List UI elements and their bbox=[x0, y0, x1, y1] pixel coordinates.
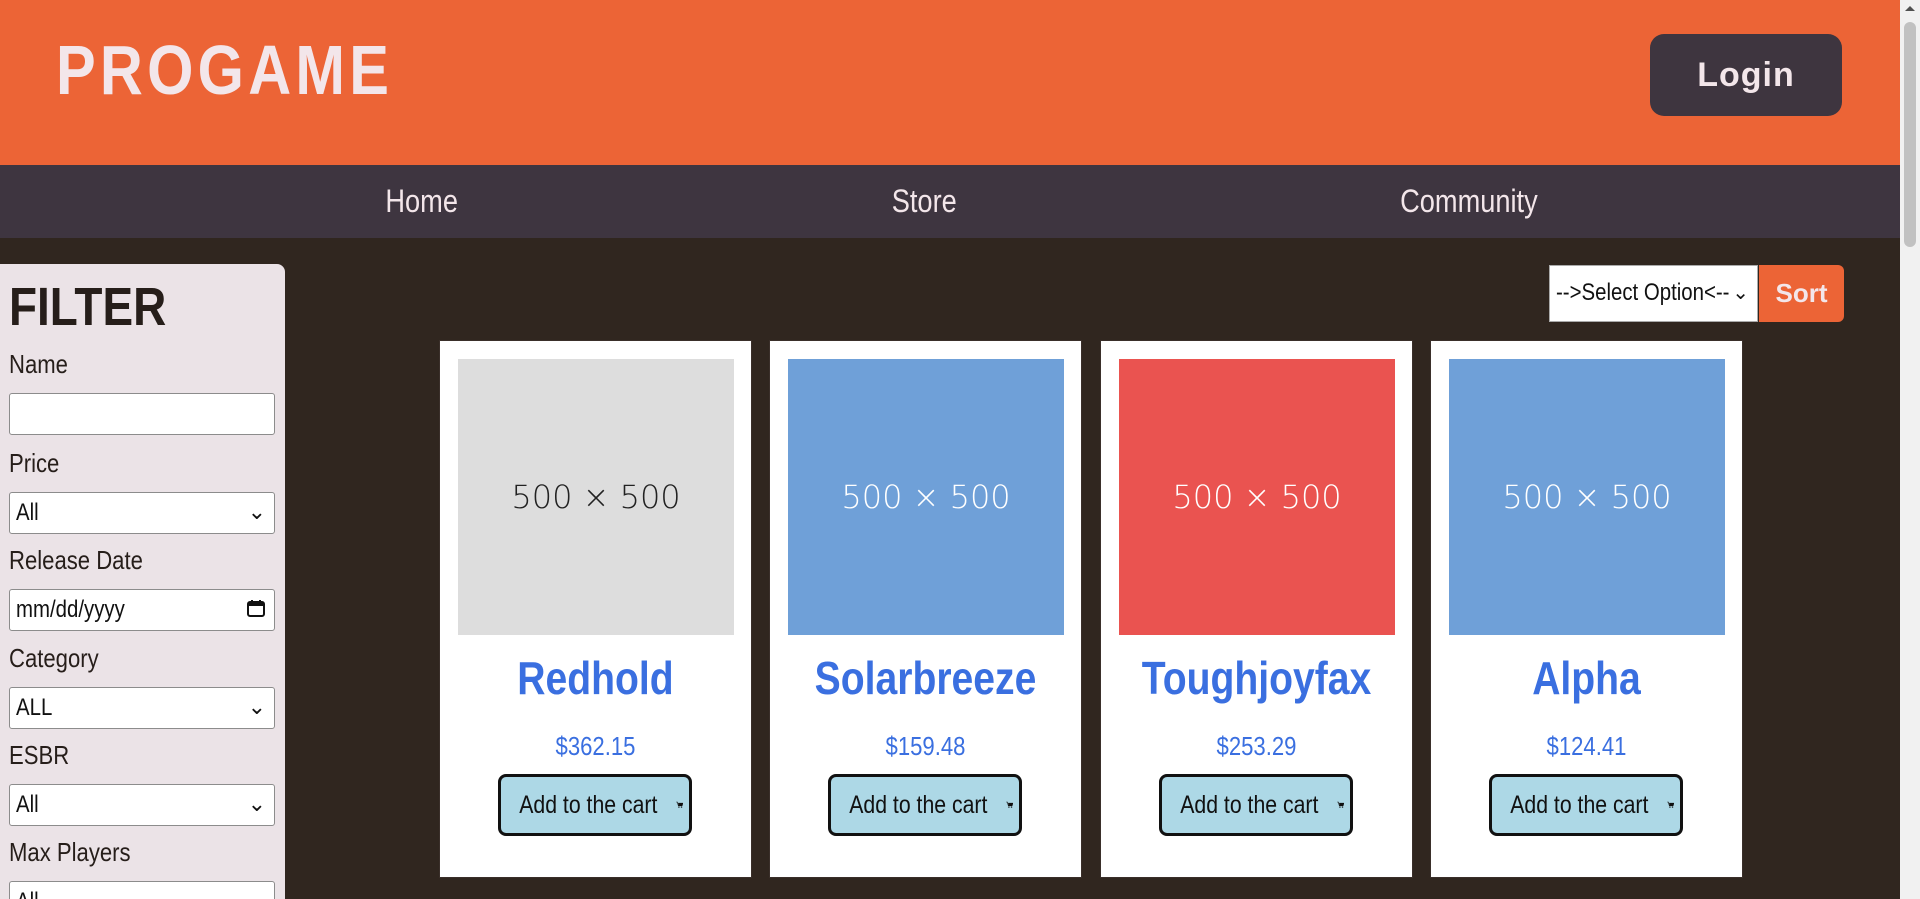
chevron-down-icon: ⌄ bbox=[248, 888, 266, 899]
esbr-select[interactable]: All ⌄ bbox=[9, 784, 275, 826]
chevron-down-icon: ⌄ bbox=[247, 499, 266, 524]
add-to-cart-button[interactable]: Add to the cart bbox=[498, 774, 692, 836]
product-price: $253.29 bbox=[1216, 731, 1297, 761]
chevron-down-icon: ⌄ bbox=[247, 694, 266, 719]
cart-icon bbox=[1336, 801, 1344, 808]
max-players-select-value: All bbox=[16, 888, 39, 899]
product-title[interactable]: Redhold bbox=[463, 651, 727, 705]
product-title[interactable]: Alpha bbox=[1454, 651, 1718, 705]
filter-sidebar: FILTER Name Price All ⌄ Release Date mm/… bbox=[0, 264, 285, 899]
max-players-select[interactable]: All ⌄ bbox=[9, 881, 275, 899]
product-card: 500 × 500 Alpha $124.41 Add to the cart bbox=[1430, 340, 1743, 878]
scrollbar-thumb[interactable] bbox=[1904, 22, 1916, 247]
product-card: 500 × 500 Redhold $362.15 Add to the car… bbox=[439, 340, 752, 878]
release-date-input[interactable]: mm/dd/yyyy bbox=[9, 589, 275, 631]
price-select[interactable]: All ⌄ bbox=[9, 492, 275, 534]
price-label: Price bbox=[9, 448, 60, 478]
product-title[interactable]: Toughjoyfax bbox=[1124, 651, 1388, 705]
add-to-cart-label: Add to the cart bbox=[519, 790, 658, 819]
nav-item-store[interactable]: Store bbox=[892, 165, 957, 238]
cart-icon bbox=[675, 801, 683, 808]
add-to-cart-button[interactable]: Add to the cart bbox=[1489, 774, 1683, 836]
price-select-value: All bbox=[16, 499, 39, 526]
chevron-down-icon: ⌄ bbox=[247, 791, 266, 816]
calendar-icon[interactable] bbox=[246, 598, 266, 618]
filter-title: FILTER bbox=[9, 277, 167, 337]
product-image[interactable]: 500 × 500 bbox=[1119, 359, 1395, 635]
add-to-cart-label: Add to the cart bbox=[849, 790, 988, 819]
cart-icon bbox=[1005, 801, 1013, 808]
add-to-cart-button[interactable]: Add to the cart bbox=[1159, 774, 1353, 836]
chevron-down-icon: ⌄ bbox=[1732, 282, 1749, 304]
product-card: 500 × 500 Solarbreeze $159.48 Add to the… bbox=[769, 340, 1082, 878]
product-image[interactable]: 500 × 500 bbox=[458, 359, 734, 635]
nav-item-home[interactable]: Home bbox=[385, 165, 458, 238]
cart-icon bbox=[1666, 801, 1674, 808]
scroll-up-arrow-icon[interactable] bbox=[1900, 0, 1920, 17]
nav-item-community[interactable]: Community bbox=[1400, 165, 1538, 238]
page: PROGAME Login Home Store Community FILTE… bbox=[0, 0, 1900, 899]
product-title[interactable]: Solarbreeze bbox=[793, 651, 1057, 705]
product-card: 500 × 500 Toughjoyfax $253.29 Add to the… bbox=[1100, 340, 1413, 878]
esbr-label: ESBR bbox=[9, 740, 70, 770]
category-select-value: ALL bbox=[16, 694, 53, 721]
product-image[interactable]: 500 × 500 bbox=[788, 359, 1064, 635]
name-input[interactable] bbox=[9, 393, 275, 435]
main-nav: Home Store Community bbox=[0, 165, 1900, 238]
add-to-cart-label: Add to the cart bbox=[1510, 790, 1649, 819]
max-players-label: Max Players bbox=[9, 837, 131, 867]
login-button[interactable]: Login bbox=[1650, 34, 1842, 116]
product-price: $124.41 bbox=[1546, 731, 1627, 761]
add-to-cart-button[interactable]: Add to the cart bbox=[828, 774, 1022, 836]
release-date-label: Release Date bbox=[9, 545, 143, 575]
product-price: $159.48 bbox=[885, 731, 966, 761]
category-select[interactable]: ALL ⌄ bbox=[9, 687, 275, 729]
esbr-select-value: All bbox=[16, 791, 39, 818]
vertical-scrollbar[interactable] bbox=[1900, 0, 1920, 899]
site-header: PROGAME Login bbox=[0, 0, 1900, 165]
add-to-cart-label: Add to the cart bbox=[1180, 790, 1319, 819]
category-label: Category bbox=[9, 643, 99, 673]
name-label: Name bbox=[9, 349, 68, 379]
brand-logo[interactable]: PROGAME bbox=[56, 30, 393, 110]
product-image[interactable]: 500 × 500 bbox=[1449, 359, 1725, 635]
product-price: $362.15 bbox=[555, 731, 636, 761]
sort-select-value: -->Select Option<-- bbox=[1556, 279, 1730, 306]
sort-select[interactable]: -->Select Option<-- ⌄ bbox=[1549, 265, 1758, 322]
release-date-value: mm/dd/yyyy bbox=[16, 596, 125, 623]
sort-button[interactable]: Sort bbox=[1759, 265, 1844, 322]
